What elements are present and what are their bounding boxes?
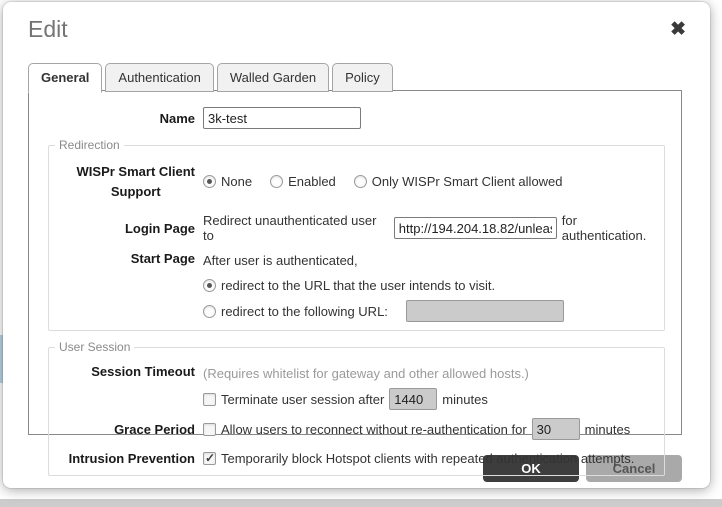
- login-page-url-input[interactable]: [394, 217, 557, 239]
- close-icon[interactable]: ✖: [670, 20, 686, 39]
- intrusion-prevention-checkbox[interactable]: [203, 452, 216, 465]
- session-timeout-hint: (Requires whitelist for gateway and othe…: [203, 366, 529, 381]
- session-timeout-minutes-input[interactable]: [389, 388, 437, 410]
- intrusion-prevention-label: Intrusion Prevention: [49, 451, 203, 466]
- radio-button-icon[interactable]: [203, 279, 216, 292]
- intrusion-prevention-row: Intrusion Prevention Temporarily block H…: [49, 449, 664, 467]
- session-timeout-label: Session Timeout: [49, 364, 203, 382]
- session-timeout-row: Session Timeout (Requires whitelist for …: [49, 364, 664, 382]
- dialog-title: Edit: [28, 16, 68, 43]
- start-page-option-row-1: redirect to the URL that the user intend…: [49, 276, 664, 294]
- name-row: Name: [29, 107, 681, 129]
- grace-period-text: Allow users to reconnect without re-auth…: [221, 422, 527, 437]
- edit-dialog: Edit ✖ General Authentication Walled Gar…: [3, 2, 710, 488]
- redirection-fieldset: Redirection WISPr Smart Client Support N…: [48, 138, 665, 331]
- page-background-footer-bar: [0, 499, 722, 507]
- tab-authentication[interactable]: Authentication: [105, 63, 213, 92]
- grace-period-units: minutes: [585, 422, 631, 437]
- start-page-option-row-2: redirect to the following URL:: [49, 300, 664, 322]
- radio-button-icon[interactable]: [270, 175, 283, 188]
- radio-button-icon[interactable]: [203, 175, 216, 188]
- start-page-intro: After user is authenticated,: [203, 253, 358, 268]
- redirection-legend: Redirection: [55, 138, 124, 152]
- wispr-option-none[interactable]: None: [203, 174, 252, 189]
- user-session-legend: User Session: [55, 340, 134, 354]
- terminate-session-units: minutes: [442, 392, 488, 407]
- grace-period-checkbox[interactable]: [203, 423, 216, 436]
- radio-button-icon[interactable]: [203, 305, 216, 318]
- radio-button-icon[interactable]: [354, 175, 367, 188]
- wispr-option-only-wispr[interactable]: Only WISPr Smart Client allowed: [354, 174, 563, 189]
- login-page-text-before: Redirect unauthenticated user to: [203, 213, 389, 243]
- tab-general[interactable]: General: [28, 63, 102, 93]
- tab-bar: General Authentication Walled Garden Pol…: [28, 63, 396, 92]
- wispr-option-enabled[interactable]: Enabled: [270, 174, 336, 189]
- start-page-option-intended-url[interactable]: redirect to the URL that the user intend…: [203, 278, 495, 293]
- general-tab-panel: Name Redirection WISPr Smart Client Supp…: [28, 90, 682, 435]
- start-page-option-following-url[interactable]: redirect to the following URL:: [203, 304, 388, 319]
- wispr-row: WISPr Smart Client Support None Enabled: [49, 162, 664, 201]
- start-page-label: Start Page: [49, 251, 203, 269]
- session-timeout-checkbox-row: Terminate user session after minutes: [49, 388, 664, 410]
- terminate-session-checkbox[interactable]: [203, 393, 216, 406]
- tab-policy[interactable]: Policy: [332, 63, 393, 92]
- grace-period-minutes-input[interactable]: [532, 418, 580, 440]
- login-page-text-after: for authentication.: [562, 213, 664, 243]
- terminate-session-text: Terminate user session after: [221, 392, 384, 407]
- user-session-fieldset: User Session Session Timeout (Requires w…: [48, 340, 665, 476]
- wispr-support-label: WISPr Smart Client Support: [77, 162, 195, 201]
- grace-period-label: Grace Period: [49, 422, 203, 437]
- grace-period-row: Grace Period Allow users to reconnect wi…: [49, 418, 664, 440]
- tab-walled-garden[interactable]: Walled Garden: [217, 63, 329, 92]
- intrusion-prevention-text: Temporarily block Hotspot clients with r…: [221, 451, 634, 466]
- login-page-row: Login Page Redirect unauthenticated user…: [49, 213, 664, 243]
- start-page-row: Start Page After user is authenticated,: [49, 251, 664, 269]
- start-page-url-input[interactable]: [406, 300, 564, 322]
- login-page-label: Login Page: [49, 221, 203, 236]
- name-label: Name: [29, 111, 203, 126]
- name-input[interactable]: [203, 107, 361, 129]
